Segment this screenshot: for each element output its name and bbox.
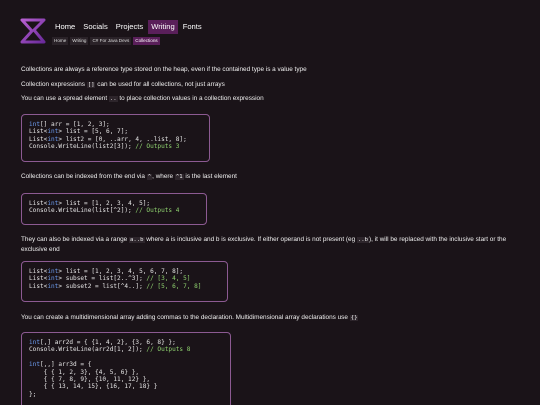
inline-code: ^1 — [174, 174, 184, 180]
paragraph-spread-element: You can use a spread element .. to place… — [21, 94, 264, 104]
paragraph-text: where a is inclusive and b is exclusive.… — [144, 236, 357, 243]
paragraph-reference-type: Collections are always a reference type … — [21, 65, 307, 74]
paragraph-multidimensional: You can create a multidimensional array … — [21, 313, 359, 323]
inline-code: ..b — [356, 237, 370, 243]
code-text: List<int> list = [1, 2, 3, 4, 5]; Consol… — [29, 200, 180, 215]
code-text: int[] arr = [1, 2, 3]; List<int> list = … — [29, 121, 187, 151]
paragraph-text: Collections are always a reference type … — [21, 66, 307, 73]
code-block-ranges: List<int> list = [1, 2, 3, 4, 5, 6, 7, 8… — [21, 261, 228, 302]
nav-home[interactable]: Home — [52, 20, 78, 34]
paragraph-text: is the last element — [183, 173, 237, 180]
inline-code: .. — [108, 96, 118, 102]
nav-writing[interactable]: Writing — [148, 20, 178, 34]
paragraph-text: You can create a multidimensional array … — [21, 314, 350, 321]
paragraph-text: , where — [152, 173, 175, 180]
nav-fonts[interactable]: Fonts — [180, 20, 205, 34]
code-text: int[,] arr2d = { {1, 4, 2}, {3, 6, 8} };… — [29, 339, 191, 398]
page: Home Socials Projects Writing Fonts Home… — [0, 0, 540, 405]
paragraph-text: Collections can be indexed from the end … — [21, 173, 147, 180]
breadcrumb-collections[interactable]: Collections — [133, 37, 160, 45]
paragraph-collection-expressions: Collection expressions [] can be used fo… — [21, 80, 225, 90]
breadcrumb-home[interactable]: Home — [52, 37, 69, 45]
breadcrumb-csharp-for-java-devs[interactable]: C# For Java Devs — [90, 37, 132, 45]
paragraph-text: to place collection values in a collecti… — [117, 95, 264, 102]
inline-code: a..b — [129, 237, 145, 243]
main-nav: Home Socials Projects Writing Fonts — [52, 20, 205, 34]
paragraph-text: They can also be indexed via a range — [21, 236, 130, 243]
nav-socials[interactable]: Socials — [80, 20, 110, 34]
code-block-index-from-end: List<int> list = [1, 2, 3, 4, 5]; Consol… — [21, 193, 207, 225]
paragraph-index-from-end: Collections can be indexed from the end … — [21, 172, 237, 182]
inline-code: {} — [349, 315, 359, 321]
code-block-multidimensional: int[,] arr2d = { {1, 4, 2}, {3, 6, 8} };… — [21, 332, 231, 405]
breadcrumb: Home Writing C# For Java Devs Collection… — [52, 37, 160, 45]
paragraph-text: can be used for all collections, not jus… — [95, 81, 225, 88]
nav-projects[interactable]: Projects — [113, 20, 146, 34]
site-logo-icon[interactable] — [20, 18, 46, 44]
paragraph-text: Collection expressions — [21, 81, 87, 88]
paragraph-text: You can use a spread element — [21, 95, 109, 102]
paragraph-ranges: They can also be indexed via a range a..… — [21, 235, 521, 254]
code-block-spread: int[] arr = [1, 2, 3]; List<int> list = … — [21, 114, 210, 162]
code-text: List<int> list = [1, 2, 3, 4, 5, 6, 7, 8… — [29, 268, 202, 290]
breadcrumb-writing[interactable]: Writing — [70, 37, 89, 45]
